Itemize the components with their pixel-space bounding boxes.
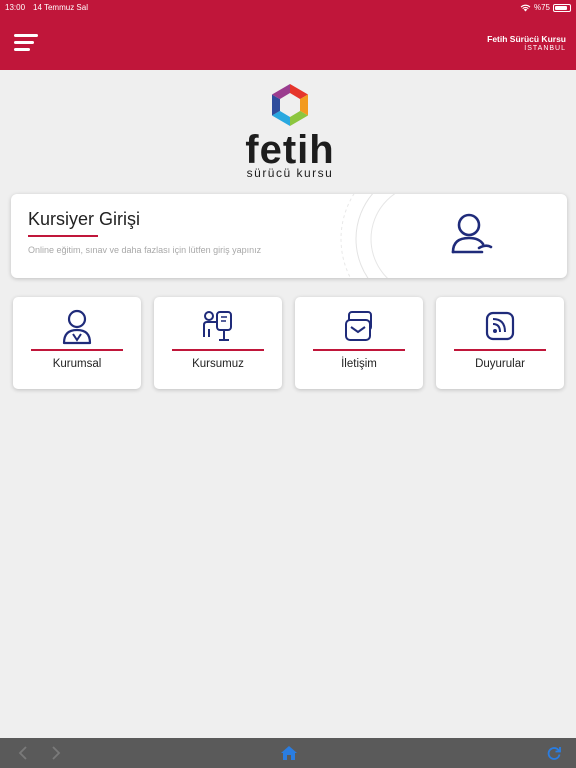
tile-duyurular[interactable]: Duyurular	[436, 297, 564, 389]
bottom-toolbar	[0, 738, 576, 768]
status-date: 14 Temmuz Sal	[33, 3, 88, 12]
tile-underline	[31, 349, 123, 351]
wifi-icon	[520, 4, 531, 12]
login-card-description: Online eğitim, sınav ve daha fazlası içi…	[28, 245, 262, 255]
menu-button[interactable]	[14, 34, 40, 52]
battery-icon	[553, 3, 571, 12]
tile-iletisim[interactable]: İletişim	[295, 297, 423, 389]
brand: Fetih Sürücü Kursu İSTANBUL	[487, 34, 566, 52]
tile-label: Duyurular	[475, 358, 525, 370]
status-time: 13:00	[5, 3, 26, 12]
refresh-icon[interactable]	[546, 745, 562, 761]
status-right: %75	[520, 3, 571, 12]
brand-city: İSTANBUL	[524, 45, 566, 52]
tile-underline	[454, 349, 546, 351]
user-login-icon	[451, 213, 493, 254]
logo: fetih sürücü kursu	[240, 82, 340, 180]
home-icon[interactable]	[280, 745, 298, 761]
tile-underline	[313, 349, 405, 351]
logo-word: fetih	[245, 128, 335, 172]
top-bar: 13:00 14 Temmuz Sal %75 Fetih Sürücü Kur…	[0, 0, 576, 70]
mail-icon	[345, 311, 372, 341]
tile-underline	[172, 349, 264, 351]
menu-tiles: Kurumsal Kursumuz İletişim Duyurular	[13, 297, 564, 389]
tile-kurumsal[interactable]: Kurumsal	[13, 297, 141, 389]
user-badge-icon	[62, 309, 92, 345]
tile-label: Kurumsal	[52, 358, 102, 370]
tile-label: İletişim	[341, 358, 377, 370]
tile-kursumuz[interactable]: Kursumuz	[154, 297, 282, 389]
logo-hexagon-icon	[272, 84, 308, 126]
forward-arrow-icon[interactable]	[50, 745, 62, 761]
brand-name: Fetih Sürücü Kursu	[487, 34, 566, 44]
login-card-title: Kursiyer Girişi	[28, 209, 141, 229]
rss-icon	[485, 311, 515, 341]
tile-label: Kursumuz	[192, 358, 244, 370]
decorative-arcs	[340, 194, 396, 278]
battery-percent: %75	[533, 3, 550, 12]
logo-subtitle: sürücü kursu	[246, 166, 334, 180]
status-bar: 13:00 14 Temmuz Sal %75	[5, 3, 571, 13]
student-login-card[interactable]: Kursiyer Girişi Online eğitim, sınav ve …	[11, 194, 567, 278]
back-arrow-icon[interactable]	[17, 745, 29, 761]
login-card-underline	[28, 235, 98, 237]
classroom-icon	[203, 311, 232, 341]
